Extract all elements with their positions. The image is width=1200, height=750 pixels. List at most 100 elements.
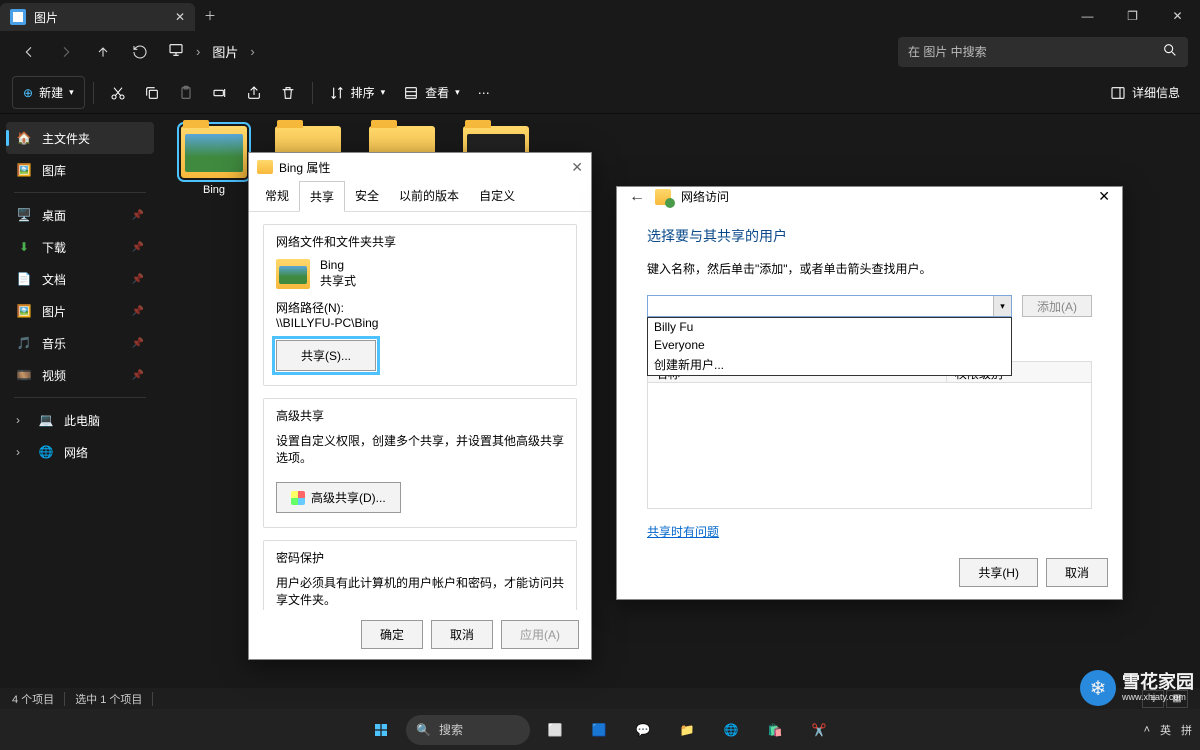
- ok-button[interactable]: 确定: [361, 620, 423, 649]
- maximize-button[interactable]: ❐: [1110, 0, 1155, 31]
- network-share-icon: [655, 189, 671, 205]
- tab-share[interactable]: 共享: [299, 181, 345, 212]
- pictures-icon: 🖼️: [16, 303, 32, 319]
- paste-button[interactable]: [170, 76, 202, 109]
- ime-indicator[interactable]: 英: [1160, 722, 1171, 738]
- apply-button[interactable]: 应用(A): [501, 620, 579, 649]
- details-panel-button[interactable]: 详细信息: [1102, 76, 1188, 109]
- properties-dialog: Bing 属性 ✕ 常规 共享 安全 以前的版本 自定义 网络文件和文件夹共享 …: [248, 152, 592, 660]
- cancel-button[interactable]: 取消: [431, 620, 493, 649]
- folder-name: Bing: [320, 258, 356, 272]
- user-list[interactable]: [647, 383, 1092, 509]
- sidebar-item-home[interactable]: 🏠主文件夹: [6, 122, 154, 154]
- new-button[interactable]: ⊕ 新建 ▾: [12, 76, 85, 109]
- item-count: 4 个项目: [12, 691, 54, 707]
- close-icon[interactable]: ✕: [571, 159, 583, 176]
- task-view-button[interactable]: ⬜: [536, 711, 574, 749]
- dropdown-icon[interactable]: ▾: [993, 296, 1011, 316]
- back-icon[interactable]: ←: [629, 188, 645, 206]
- tab-security[interactable]: 安全: [345, 181, 389, 211]
- forward-button[interactable]: [49, 35, 82, 68]
- watermark-url: www.xhjaty.com: [1122, 693, 1194, 703]
- pc-icon: 💻: [38, 412, 54, 428]
- folder-bing[interactable]: Bing: [172, 126, 256, 196]
- search-input[interactable]: 在 图片 中搜索: [898, 37, 1188, 67]
- ime-indicator[interactable]: 拼: [1181, 722, 1192, 738]
- search-placeholder: 在 图片 中搜索: [908, 43, 987, 60]
- dialog-heading: 选择要与其共享的用户: [647, 226, 1092, 246]
- tab-custom[interactable]: 自定义: [469, 181, 525, 211]
- refresh-button[interactable]: [123, 35, 156, 68]
- chevron-right-icon: ›: [16, 445, 28, 459]
- cut-button[interactable]: [102, 76, 134, 109]
- dropdown-option[interactable]: Everyone: [648, 336, 1011, 354]
- pin-icon: 📌: [132, 338, 144, 349]
- sidebar-item-thispc[interactable]: ›💻此电脑: [6, 404, 154, 436]
- tab-general[interactable]: 常规: [255, 181, 299, 211]
- share-button[interactable]: 共享(S)...: [276, 340, 376, 371]
- snip-taskbar-icon[interactable]: ✂️: [800, 711, 838, 749]
- tray-chevron-icon[interactable]: ˄: [1144, 724, 1150, 736]
- section-title: 密码保护: [272, 549, 328, 566]
- monitor-icon[interactable]: [168, 42, 184, 61]
- dropdown-option[interactable]: 创建新用户...: [648, 354, 1011, 375]
- explorer-taskbar-icon[interactable]: 📁: [668, 711, 706, 749]
- view-button[interactable]: 查看 ▾: [395, 76, 468, 109]
- add-button[interactable]: 添加(A): [1022, 295, 1092, 317]
- password-desc: 用户必须具有此计算机的用户帐户和密码，才能访问共享文件夹。: [276, 574, 564, 608]
- pin-icon: 📌: [132, 306, 144, 317]
- minimize-button[interactable]: ―: [1065, 0, 1110, 31]
- chevron-down-icon: ▾: [455, 87, 460, 98]
- folder-label: Bing: [203, 184, 225, 196]
- sidebar-item-documents[interactable]: 📄文档📌: [6, 263, 154, 295]
- cancel-button[interactable]: 取消: [1046, 558, 1108, 587]
- sidebar-item-music[interactable]: 🎵音乐📌: [6, 327, 154, 359]
- dialog-title: Bing 属性: [279, 159, 330, 176]
- close-window-button[interactable]: ✕: [1155, 0, 1200, 31]
- chevron-down-icon: ▾: [69, 87, 74, 98]
- search-icon: 🔍: [416, 723, 431, 737]
- share-button[interactable]: [238, 76, 270, 109]
- sidebar-item-pictures[interactable]: 🖼️图片📌: [6, 295, 154, 327]
- sidebar-item-network[interactable]: ›🌐网络: [6, 436, 154, 468]
- window-tab[interactable]: 图片 ✕: [0, 3, 195, 31]
- user-combo[interactable]: ▾ Billy Fu Everyone 创建新用户...: [647, 295, 1012, 317]
- watermark: 雪花家园 www.xhjaty.com: [1080, 670, 1194, 706]
- up-button[interactable]: [86, 35, 119, 68]
- store-taskbar-icon[interactable]: 🛍️: [756, 711, 794, 749]
- close-tab-icon[interactable]: ✕: [175, 10, 185, 24]
- chat-button[interactable]: 💬: [624, 711, 662, 749]
- sidebar-item-downloads[interactable]: ⬇下载📌: [6, 231, 154, 263]
- share-confirm-button[interactable]: 共享(H): [959, 558, 1038, 587]
- sidebar-item-gallery[interactable]: 🖼️图库: [6, 154, 154, 186]
- advanced-share-button[interactable]: 高级共享(D)...: [276, 482, 401, 513]
- help-link[interactable]: 共享时有问题: [647, 525, 719, 539]
- back-button[interactable]: [12, 35, 45, 68]
- breadcrumb-item[interactable]: 图片: [212, 42, 238, 61]
- taskbar-search[interactable]: 🔍搜索: [406, 715, 530, 745]
- sidebar-item-desktop[interactable]: 🖥️桌面📌: [6, 199, 154, 231]
- rename-button[interactable]: [204, 76, 236, 109]
- dropdown-option[interactable]: Billy Fu: [648, 318, 1011, 336]
- widgets-button[interactable]: 🟦: [580, 711, 618, 749]
- plus-circle-icon: ⊕: [23, 86, 33, 100]
- dialog-title: 网络访问: [681, 188, 729, 205]
- close-icon[interactable]: ✕: [1098, 188, 1110, 205]
- sort-button[interactable]: 排序 ▾: [321, 76, 394, 109]
- tab-previous[interactable]: 以前的版本: [389, 181, 469, 211]
- shield-icon: [291, 491, 305, 505]
- dialog-hint: 键入名称，然后单击"添加"，或者单击箭头查找用户。: [647, 260, 1092, 277]
- sidebar-item-videos[interactable]: 🎞️视频📌: [6, 359, 154, 391]
- gallery-icon: 🖼️: [16, 162, 32, 178]
- netpath-label: 网络路径(N):: [276, 299, 564, 316]
- delete-button[interactable]: [272, 76, 304, 109]
- folder-thumb-icon: [276, 259, 310, 289]
- more-button[interactable]: ⋯: [470, 76, 498, 109]
- start-button[interactable]: [362, 711, 400, 749]
- edge-taskbar-icon[interactable]: 🌐: [712, 711, 750, 749]
- new-tab-button[interactable]: ＋: [195, 0, 225, 31]
- user-input[interactable]: [648, 296, 993, 316]
- section-title: 网络文件和文件夹共享: [272, 233, 400, 250]
- chevron-right-icon: ›: [250, 44, 254, 59]
- copy-button[interactable]: [136, 76, 168, 109]
